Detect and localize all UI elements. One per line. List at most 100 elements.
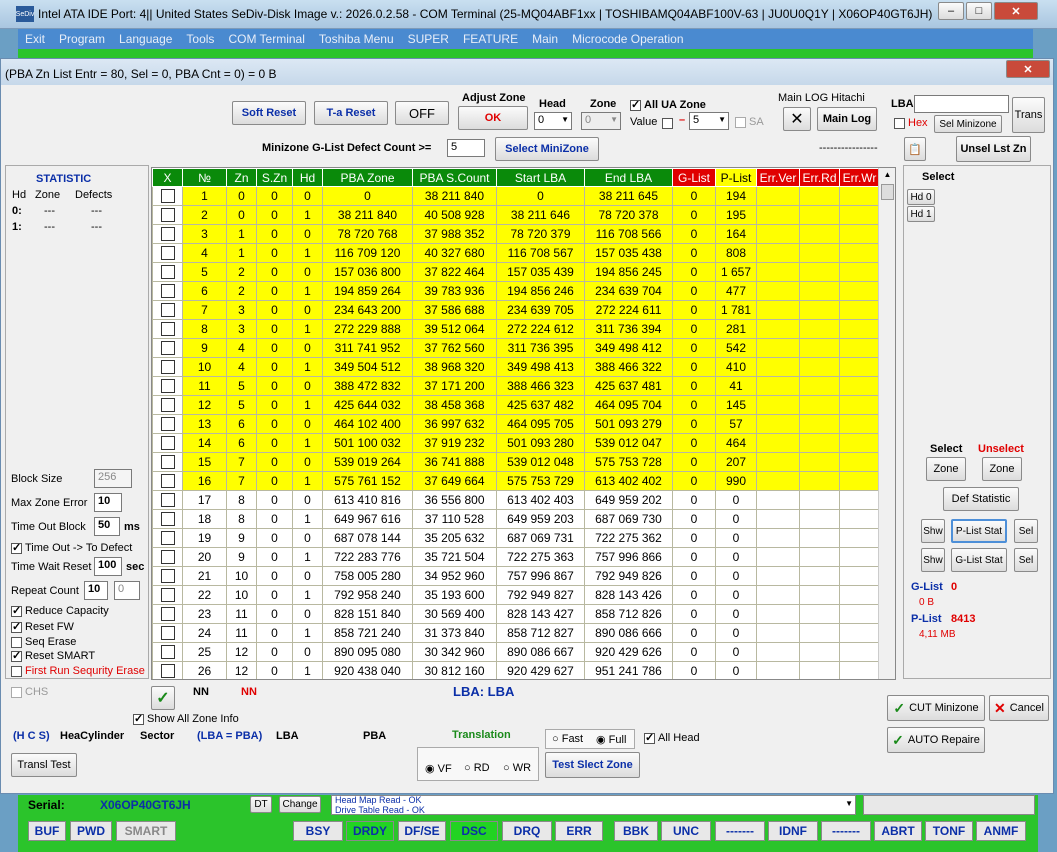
show-all-zone-checkbox[interactable]: Show All Zone Info — [133, 712, 239, 725]
hd0-button[interactable]: Hd 0 — [907, 189, 935, 205]
table-row[interactable]: 16 7 0 1 575 761 152 37 649 664 575 753 729 613… — [152, 471, 880, 491]
max-zone-error-input[interactable]: 10 — [94, 493, 122, 512]
status-bbk[interactable]: BBK — [614, 821, 658, 841]
row-select-checkbox[interactable] — [152, 224, 183, 244]
row-select-checkbox[interactable] — [152, 623, 183, 643]
table-row[interactable]: 15 7 0 0 539 019 264 36 741 888 539 012 048 575… — [152, 452, 880, 472]
row-select-checkbox[interactable] — [152, 357, 183, 377]
menu-com-terminal[interactable]: COM Terminal — [221, 32, 311, 46]
table-row[interactable]: 26 12 0 1 920 438 040 30 812 160 920 429 627 95… — [152, 661, 880, 679]
table-scrollbar[interactable]: ▲ — [878, 168, 895, 679]
sel-plist-button[interactable]: Sel — [1014, 519, 1038, 543]
status-dsc[interactable]: DSC — [450, 821, 498, 841]
status-drdy[interactable]: DRDY — [346, 821, 394, 841]
table-row[interactable]: 21 10 0 0 758 005 280 34 952 960 757 996 867 79… — [152, 566, 880, 586]
timeout-defect-checkbox[interactable]: Time Out -> To Defect — [11, 541, 132, 554]
off-button[interactable]: OFF — [395, 101, 449, 125]
minimize-button[interactable]: – — [938, 2, 964, 20]
reset-smart-checkbox[interactable]: Reset SMART — [11, 649, 95, 662]
menu-exit[interactable]: Exit — [18, 32, 52, 46]
main-log-button[interactable]: Main Log — [817, 107, 877, 131]
status-smart[interactable]: SMART — [116, 821, 176, 841]
first-run-checkbox[interactable]: First Run Sequrity Erase — [11, 665, 145, 677]
row-select-checkbox[interactable] — [152, 300, 183, 320]
menu-toshiba[interactable]: Toshiba Menu — [312, 32, 401, 46]
cut-minizone-button[interactable]: ✓ CUT Minizone — [887, 695, 985, 721]
row-select-checkbox[interactable] — [152, 642, 183, 662]
zone-select[interactable]: 0 ▼ — [581, 112, 621, 130]
ok-button[interactable]: OK — [458, 106, 528, 130]
select-minizone-button[interactable]: Select MiniZone — [495, 137, 599, 161]
row-select-checkbox[interactable] — [152, 433, 183, 453]
row-select-checkbox[interactable] — [152, 338, 183, 358]
column-header[interactable]: № — [182, 168, 227, 187]
repeat-count2-input[interactable]: 0 — [114, 581, 140, 600]
table-row[interactable]: 19 9 0 0 687 078 144 35 205 632 687 069 731 722… — [152, 528, 880, 548]
ta-reset-button[interactable]: T-a Reset — [314, 101, 388, 125]
row-select-checkbox[interactable] — [152, 376, 183, 396]
menu-language[interactable]: Language — [112, 32, 179, 46]
cancel-button[interactable]: ✕ Cancel — [989, 695, 1049, 721]
menu-super[interactable]: SUPER — [401, 32, 456, 46]
table-row[interactable]: 23 11 0 0 828 151 840 30 569 400 828 143 427 85… — [152, 604, 880, 624]
table-row[interactable]: 11 5 0 0 388 472 832 37 171 200 388 466 323 425… — [152, 376, 880, 396]
apply-check-button[interactable]: ✓ — [151, 686, 175, 710]
plist-stat-button[interactable]: P-List Stat — [951, 519, 1007, 543]
table-row[interactable]: 18 8 0 1 649 967 616 37 110 528 649 959 203 687… — [152, 509, 880, 529]
row-select-checkbox[interactable] — [152, 205, 183, 225]
close-window-button[interactable]: ✕ — [994, 2, 1038, 20]
status-dashes-1[interactable]: ------- — [715, 821, 765, 841]
dialog-close-button[interactable]: ✕ — [1006, 60, 1050, 78]
table-row[interactable]: 17 8 0 0 613 410 816 36 556 800 613 402 403 649… — [152, 490, 880, 510]
status-idnf[interactable]: IDNF — [768, 821, 818, 841]
status-err[interactable]: ERR — [555, 821, 603, 841]
menu-main[interactable]: Main — [525, 32, 565, 46]
scroll-up-icon[interactable]: ▲ — [881, 170, 894, 183]
chs-checkbox[interactable]: CHS — [11, 686, 48, 698]
lba-input[interactable] — [914, 95, 1009, 113]
row-select-checkbox[interactable] — [152, 547, 183, 567]
table-row[interactable]: 9 4 0 0 311 741 952 37 762 560 311 736 395 349 … — [152, 338, 880, 358]
change-button[interactable]: Change — [279, 796, 321, 813]
time-wait-reset-input[interactable]: 100 — [94, 557, 122, 576]
status-abrt[interactable]: ABRT — [874, 821, 922, 841]
auto-repaire-button[interactable]: ✓ AUTO Repaire — [887, 727, 985, 753]
close-log-button[interactable]: ✕ — [783, 107, 811, 131]
full-radio[interactable]: ◉ Full — [596, 733, 626, 746]
table-row[interactable]: 7 3 0 0 234 643 200 37 586 688 234 639 705 272 … — [152, 300, 880, 320]
trans-button[interactable]: Trans — [1012, 97, 1045, 133]
scroll-thumb[interactable] — [881, 184, 894, 200]
row-select-checkbox[interactable] — [152, 186, 183, 206]
maximize-button[interactable]: □ — [966, 2, 992, 20]
table-row[interactable]: 24 11 0 1 858 721 240 31 373 840 858 712 827 89… — [152, 623, 880, 643]
status-buf[interactable]: BUF — [28, 821, 66, 841]
row-select-checkbox[interactable] — [152, 585, 183, 605]
row-select-checkbox[interactable] — [152, 661, 183, 679]
column-header[interactable]: S.Zn — [256, 168, 293, 187]
table-row[interactable]: 2 0 0 1 38 211 840 40 508 928 38 211 646 78 720… — [152, 205, 880, 225]
sel-minizone-button[interactable]: Sel Minizone — [934, 115, 1002, 133]
table-row[interactable]: 22 10 0 1 792 958 240 35 193 600 792 949 827 82… — [152, 585, 880, 605]
status-dfse[interactable]: DF/SE — [398, 821, 446, 841]
column-header[interactable]: Err.Ver — [756, 168, 800, 187]
value-checkbox[interactable] — [662, 117, 673, 129]
status-pwd[interactable]: PWD — [70, 821, 112, 841]
table-row[interactable]: 8 3 0 1 272 229 888 39 512 064 272 224 612 311 … — [152, 319, 880, 339]
rd-radio[interactable]: ○ RD — [464, 762, 490, 774]
row-select-checkbox[interactable] — [152, 319, 183, 339]
hd1-button[interactable]: Hd 1 — [907, 206, 935, 222]
dt-button[interactable]: DT — [250, 796, 272, 813]
minizone-count-input[interactable]: 5 — [447, 139, 485, 157]
column-header[interactable]: PBA Zone — [322, 168, 413, 187]
column-header[interactable]: Err.Rd — [799, 168, 840, 187]
copy-icon-button[interactable]: 📋 — [904, 137, 926, 161]
status-drq[interactable]: DRQ — [502, 821, 552, 841]
chevron-down-icon[interactable]: ▼ — [845, 799, 853, 808]
table-row[interactable]: 1 0 0 0 0 38 211 840 0 38 211 645 0 194 — [152, 186, 880, 206]
table-row[interactable]: 5 2 0 0 157 036 800 37 822 464 157 035 439 194 … — [152, 262, 880, 282]
column-header[interactable]: End LBA — [584, 168, 673, 187]
row-select-checkbox[interactable] — [152, 490, 183, 510]
row-select-checkbox[interactable] — [152, 262, 183, 282]
wr-radio[interactable]: ○ WR — [503, 762, 531, 774]
reset-fw-checkbox[interactable]: Reset FW — [11, 620, 74, 633]
